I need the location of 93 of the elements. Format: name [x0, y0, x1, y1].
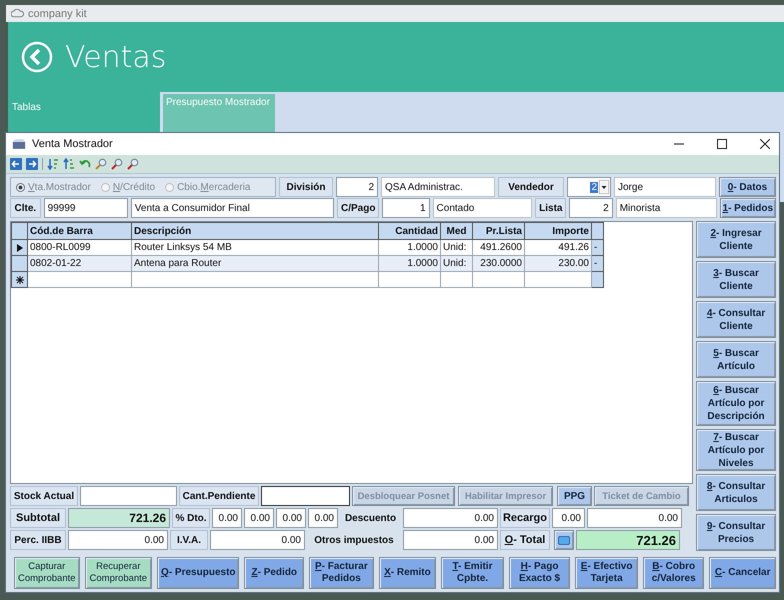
footer-button[interactable]: Q- Presupuesto: [157, 557, 240, 589]
window-title: Venta Mostrador: [32, 138, 113, 150]
back-icon[interactable]: [10, 158, 22, 170]
input-field[interactable]: Venta a Consumidor Final: [130, 198, 334, 218]
table-cell: 0802-01-22: [28, 256, 132, 272]
combo-box[interactable]: 2: [567, 177, 611, 197]
new-row-icon: [16, 276, 24, 284]
field-label: Stock Actual: [10, 486, 78, 506]
input-field[interactable]: 0.00: [403, 530, 498, 550]
forward-icon[interactable]: [26, 158, 38, 170]
field-label: Subtotal: [10, 508, 66, 528]
field-label: Perc. IIBB: [10, 530, 66, 550]
search-icon[interactable]: [95, 158, 107, 170]
field-label: Recargo: [500, 508, 550, 528]
field-label: O- Total: [500, 530, 550, 550]
column-header[interactable]: Cód.de Barra: [28, 222, 132, 240]
table-cell: 230.0000: [472, 256, 524, 272]
side-button[interactable]: 3- Buscar Cliente: [696, 261, 776, 298]
input-field[interactable]: Jorge: [614, 177, 716, 197]
pedidos-button[interactable]: 1- Pedidos: [720, 198, 776, 218]
input-field[interactable]: 0.00: [68, 530, 168, 550]
input-field[interactable]: 0.00: [308, 508, 338, 528]
field-label: % Dto.: [172, 508, 210, 528]
close-icon[interactable]: [760, 139, 770, 149]
search-icon[interactable]: [127, 158, 139, 170]
footer-button[interactable]: T- Emitir Cpbte.: [441, 557, 504, 589]
field-label: Lista: [535, 198, 566, 218]
sort-icon[interactable]: [63, 158, 75, 170]
column-header[interactable]: Importe: [524, 222, 592, 240]
window-icon: [12, 138, 26, 150]
datos-button[interactable]: 0- Datos: [719, 177, 776, 197]
total-field: 721.26: [576, 530, 680, 550]
display-button[interactable]: [554, 530, 574, 550]
input-field[interactable]: Minorista: [616, 198, 717, 218]
column-header[interactable]: Med: [440, 222, 472, 240]
input-field[interactable]: 0.00: [276, 508, 306, 528]
dropdown-icon[interactable]: [599, 180, 609, 194]
input-field[interactable]: 0.00: [552, 508, 585, 528]
input-field[interactable]: 0.00: [587, 508, 682, 528]
table-cell: 230.00: [524, 256, 592, 272]
footer-button[interactable]: P- Facturar Pedidos: [309, 557, 374, 589]
input-field[interactable]: QSA Administrac.: [381, 177, 495, 197]
footer-button[interactable]: Capturar Comprobante: [14, 557, 80, 589]
side-button[interactable]: 8- Consultar Articulos: [696, 474, 776, 511]
table-cell: 1.0000: [378, 256, 440, 272]
app-title: company kit: [28, 8, 87, 20]
input-field[interactable]: 0.00: [244, 508, 274, 528]
column-header[interactable]: Pr.Lista: [472, 222, 524, 240]
cloud-icon: [11, 9, 24, 18]
table-cell: Antena para Router: [132, 256, 378, 272]
field-label: Vendedor: [498, 177, 564, 197]
footer-button[interactable]: H- Pago Exacto $: [508, 557, 570, 589]
footer-button[interactable]: X- Remito: [378, 557, 436, 589]
side-button[interactable]: 5- Buscar Artículo: [696, 341, 776, 378]
back-icon[interactable]: [21, 41, 53, 73]
display-icon: [558, 536, 570, 544]
field-label: C/Pago: [337, 198, 380, 218]
subtotal-field: 721.26: [68, 508, 170, 528]
side-button[interactable]: 6- Buscar Artículo por Descripción: [696, 381, 776, 426]
side-button[interactable]: 9- Consultar Precios: [696, 514, 776, 551]
side-button[interactable]: 7- Buscar Artículo por Niveles: [696, 429, 776, 471]
field-label: Descuento: [344, 512, 398, 526]
input-field[interactable]: [80, 486, 177, 506]
footer-button[interactable]: Z- Pedido: [244, 557, 304, 589]
column-header[interactable]: Descripción: [132, 222, 378, 240]
field-label: División: [279, 177, 333, 197]
side-button[interactable]: 2- Ingresar Cliente: [696, 221, 776, 258]
undo-icon[interactable]: [79, 158, 91, 170]
input-field[interactable]: Contado: [432, 198, 532, 218]
side-button[interactable]: 4- Consultar Cliente: [696, 301, 776, 338]
sort-icon[interactable]: [47, 158, 59, 170]
footer-button[interactable]: B- Cobro c/Valores: [642, 557, 704, 589]
input-field[interactable]: 99999: [44, 198, 128, 218]
input-field[interactable]: 2: [569, 198, 613, 218]
field-label: Otros impuestos: [313, 534, 395, 548]
input-field[interactable]: 0.00: [212, 508, 242, 528]
field-label: Clte.: [10, 198, 41, 218]
input-field[interactable]: 0.00: [403, 508, 498, 528]
input-field[interactable]: 1: [382, 198, 430, 218]
footer-button[interactable]: E- Efectivo Tarjeta: [575, 557, 638, 589]
maximize-icon[interactable]: [717, 139, 727, 149]
action-button[interactable]: PPG: [557, 486, 592, 506]
input-field[interactable]: 0.00: [210, 530, 305, 550]
input-field[interactable]: [261, 486, 350, 506]
page-heading: Ventas: [65, 40, 166, 74]
table-cell: Unid:: [440, 256, 472, 272]
footer-button[interactable]: Recuperar Comprobante: [84, 557, 152, 589]
input-field[interactable]: 2: [336, 177, 378, 197]
field-label: I.V.A.: [170, 530, 208, 550]
footer-button[interactable]: C- Cancelar: [709, 557, 776, 589]
column-header[interactable]: Cantidad: [378, 222, 440, 240]
search-icon[interactable]: [111, 158, 123, 170]
field-label: Cant.Pendiente: [179, 486, 259, 506]
